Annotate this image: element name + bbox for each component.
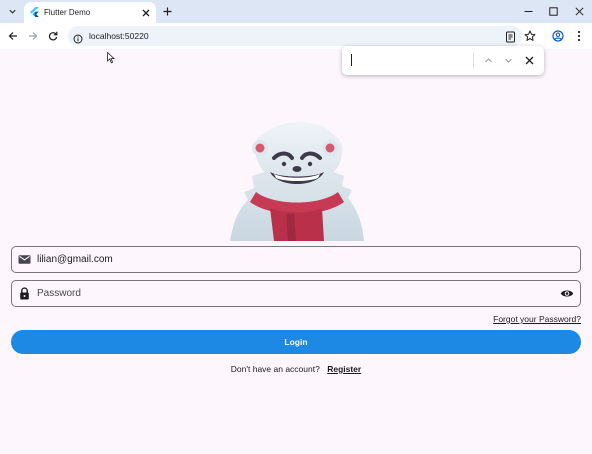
flutter-favicon-icon bbox=[30, 4, 39, 22]
profile-icon[interactable] bbox=[552, 29, 565, 42]
new-tab-plus-icon[interactable] bbox=[160, 4, 174, 18]
login-button[interactable]: Login bbox=[11, 330, 581, 354]
tab-list-chevron-icon[interactable] bbox=[4, 3, 20, 19]
mail-icon bbox=[18, 253, 31, 266]
email-field[interactable] bbox=[11, 246, 581, 273]
maximize-icon[interactable] bbox=[547, 5, 559, 17]
mouse-pointer-icon bbox=[107, 51, 116, 64]
close-window-icon[interactable] bbox=[573, 5, 585, 17]
tab-strip: Flutter Demo bbox=[0, 0, 592, 23]
lock-icon bbox=[18, 287, 31, 300]
site-info-icon[interactable] bbox=[73, 31, 83, 44]
register-link[interactable]: Register bbox=[327, 364, 361, 374]
password-field[interactable] bbox=[11, 280, 581, 307]
find-previous-icon[interactable] bbox=[483, 55, 494, 66]
no-account-text: Don't have an account? bbox=[230, 364, 320, 374]
find-divider bbox=[473, 53, 474, 68]
url-text: localhost:50220 bbox=[89, 31, 149, 41]
bookmark-star-icon[interactable] bbox=[524, 29, 537, 42]
close-tab-icon[interactable] bbox=[140, 7, 152, 19]
register-prompt: Don't have an account? Register bbox=[0, 364, 592, 374]
password-input[interactable] bbox=[37, 288, 537, 299]
tab-title: Flutter Demo bbox=[44, 8, 91, 17]
text-caret bbox=[351, 54, 352, 66]
back-arrow-icon[interactable] bbox=[6, 29, 20, 43]
reload-icon[interactable] bbox=[46, 29, 60, 43]
find-input[interactable] bbox=[351, 54, 471, 67]
browser-tab[interactable]: Flutter Demo bbox=[24, 2, 156, 23]
yeti-mascot-illustration bbox=[226, 122, 368, 241]
forgot-password-link[interactable]: Forgot your Password? bbox=[493, 314, 581, 324]
email-input[interactable] bbox=[37, 254, 537, 265]
minimize-icon[interactable] bbox=[522, 5, 534, 17]
find-in-page-bar bbox=[342, 46, 544, 75]
eye-icon[interactable] bbox=[560, 287, 574, 300]
address-bar[interactable]: localhost:50220 bbox=[68, 26, 522, 46]
page-translate-icon[interactable] bbox=[505, 30, 517, 43]
browser-menu-icon[interactable] bbox=[573, 29, 585, 42]
forward-arrow-icon[interactable] bbox=[26, 29, 40, 43]
find-next-icon[interactable] bbox=[503, 55, 514, 66]
find-close-icon[interactable] bbox=[524, 55, 535, 66]
